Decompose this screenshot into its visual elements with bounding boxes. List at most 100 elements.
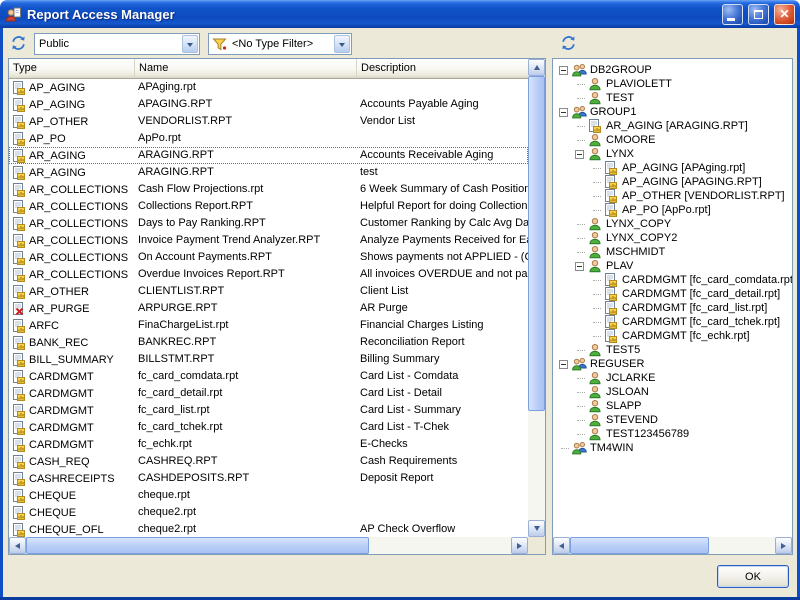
tree-collapse-minus-icon[interactable]	[559, 360, 568, 369]
table-row[interactable]: CARDMGMTfc_card_comdata.rptCard List - C…	[9, 368, 528, 385]
tree-item[interactable]: CARDMGMT [fc_card_list.rpt]	[553, 301, 792, 315]
tree-item[interactable]: JCLARKE	[553, 371, 792, 385]
tree-horizontal-scrollbar[interactable]	[553, 537, 792, 554]
table-row[interactable]: ARFCFinaChargeList.rptFinancial Charges …	[9, 317, 528, 334]
chevron-down-icon[interactable]	[334, 35, 350, 53]
tree-connector-line	[575, 84, 588, 85]
scroll-left-button[interactable]	[553, 537, 570, 554]
minimize-button[interactable]	[722, 4, 743, 25]
minimize-icon	[727, 18, 735, 21]
cell-description: All invoices OVERDUE and not paid	[357, 266, 528, 283]
tree-item[interactable]: TEST5	[553, 343, 792, 357]
scroll-right-button[interactable]	[511, 537, 528, 554]
close-button[interactable]: ✕	[774, 4, 795, 25]
tree-item[interactable]: CARDMGMT [fc_card_tchek.rpt]	[553, 315, 792, 329]
table-row[interactable]: AR_COLLECTIONSDays to Pay Ranking.RPTCus…	[9, 215, 528, 232]
tree-item[interactable]: CARDMGMT [fc_card_comdata.rpt]	[553, 273, 792, 287]
table-row[interactable]: CHEQUEcheque2.rpt	[9, 504, 528, 521]
refresh-reports-button[interactable]	[6, 32, 30, 56]
tree-item[interactable]: AR_AGING [ARAGING.RPT]	[553, 119, 792, 133]
tree-item[interactable]: PLAV	[553, 259, 792, 273]
table-row[interactable]: CARDMGMTfc_echk.rptE-Checks	[9, 436, 528, 453]
table-row[interactable]: AR_PURGEARPURGE.RPTAR Purge	[9, 300, 528, 317]
table-row[interactable]: CASHRECEIPTSCASHDEPOSITS.RPTDeposit Repo…	[9, 470, 528, 487]
horizontal-scrollbar-thumb[interactable]	[570, 537, 709, 554]
tree-item[interactable]: PLAVIOLETT	[553, 77, 792, 91]
cell-type: AR_COLLECTIONS	[9, 249, 135, 266]
tree-item[interactable]: STEVEND	[553, 413, 792, 427]
report-icon	[604, 175, 619, 189]
tree-item[interactable]: AP_AGING [APAGING.RPT]	[553, 175, 792, 189]
tree-collapse-minus-icon[interactable]	[559, 66, 568, 75]
horizontal-scrollbar-thumb[interactable]	[26, 537, 369, 554]
scroll-left-button[interactable]	[9, 537, 26, 554]
column-header-description[interactable]: Description	[357, 59, 528, 78]
group-select-combo[interactable]: Public	[34, 33, 200, 55]
tree-item[interactable]: TEST	[553, 91, 792, 105]
table-row[interactable]: AP_OTHERVENDORLIST.RPTVendor List	[9, 113, 528, 130]
table-row[interactable]: AR_COLLECTIONSCollections Report.RPTHelp…	[9, 198, 528, 215]
table-row[interactable]: AR_AGINGARAGING.RPTAccounts Receivable A…	[9, 147, 528, 164]
table-row[interactable]: CARDMGMTfc_card_tchek.rptCard List - T-C…	[9, 419, 528, 436]
cell-name: fc_card_comdata.rpt	[135, 368, 357, 385]
table-row[interactable]: CASH_REQCASHREQ.RPTCash Requirements	[9, 453, 528, 470]
tree-item[interactable]: AP_OTHER [VENDORLIST.RPT]	[553, 189, 792, 203]
table-row[interactable]: AP_AGINGAPAGING.RPTAccounts Payable Agin…	[9, 96, 528, 113]
table-vertical-scrollbar[interactable]	[528, 59, 545, 537]
tree-item[interactable]: CMOORE	[553, 133, 792, 147]
table-row[interactable]: BILL_SUMMARYBILLSTMT.RPTBilling Summary	[9, 351, 528, 368]
refresh-tree-button[interactable]	[556, 32, 580, 56]
tree-collapse-minus-icon[interactable]	[559, 108, 568, 117]
tree-connector-line	[575, 126, 588, 127]
table-row[interactable]: AR_COLLECTIONSCash Flow Projections.rpt6…	[9, 181, 528, 198]
tree-item[interactable]: LYNX	[553, 147, 792, 161]
tree-item[interactable]: JSLOAN	[553, 385, 792, 399]
cell-description: Analyze Payments Received for Ea	[357, 232, 528, 249]
maximize-button[interactable]	[748, 4, 769, 25]
column-header-type[interactable]: Type	[9, 59, 135, 78]
scroll-right-button[interactable]	[775, 537, 792, 554]
type-text: BILL_SUMMARY	[29, 352, 114, 368]
table-row[interactable]: AR_OTHERCLIENTLIST.RPTClient List	[9, 283, 528, 300]
tree-item[interactable]: LYNX_COPY	[553, 217, 792, 231]
table-row[interactable]: AR_AGINGARAGING.RPTtest	[9, 164, 528, 181]
tree-item[interactable]: AP_AGING [APAging.rpt]	[553, 161, 792, 175]
table-row[interactable]: CARDMGMTfc_card_list.rptCard List - Summ…	[9, 402, 528, 419]
tree-item[interactable]: DB2GROUP	[553, 63, 792, 77]
type-text: ARFC	[29, 318, 59, 334]
ok-button[interactable]: OK	[717, 565, 789, 588]
table-row[interactable]: CARDMGMTfc_card_detail.rptCard List - De…	[9, 385, 528, 402]
user-icon	[588, 245, 603, 259]
table-row[interactable]: AR_COLLECTIONSOn Account Payments.RPTSho…	[9, 249, 528, 266]
reports-table-panel: Type Name Description AP_AGINGAPAging.rp…	[8, 58, 546, 555]
tree-item[interactable]: TEST123456789	[553, 427, 792, 441]
tree-item[interactable]: SLAPP	[553, 399, 792, 413]
tree-item[interactable]: REGUSER	[553, 357, 792, 371]
vertical-scrollbar-thumb[interactable]	[528, 76, 545, 411]
table-row[interactable]: BANK_RECBANKREC.RPTReconciliation Report	[9, 334, 528, 351]
tree-item[interactable]: GROUP1	[553, 105, 792, 119]
type-text: CASH_REQ	[29, 454, 90, 470]
tree-collapse-minus-icon[interactable]	[575, 150, 584, 159]
tree-item[interactable]: LYNX_COPY2	[553, 231, 792, 245]
triangle-right-icon	[781, 543, 786, 549]
table-row[interactable]: AP_POApPo.rpt	[9, 130, 528, 147]
column-header-name[interactable]: Name	[135, 59, 357, 78]
tree-item[interactable]: CARDMGMT [fc_echk.rpt]	[553, 329, 792, 343]
table-row[interactable]: AR_COLLECTIONSOverdue Invoices Report.RP…	[9, 266, 528, 283]
tree-item[interactable]: TM4WIN	[553, 441, 792, 455]
scroll-down-button[interactable]	[528, 520, 545, 537]
cell-name: BILLSTMT.RPT	[135, 351, 357, 368]
scroll-up-button[interactable]	[528, 59, 545, 76]
table-row[interactable]: AP_AGINGAPAging.rpt	[9, 79, 528, 96]
type-filter-combo[interactable]: <No Type Filter>	[208, 33, 352, 55]
table-row[interactable]: AR_COLLECTIONSInvoice Payment Trend Anal…	[9, 232, 528, 249]
table-row[interactable]: CHEQUE_OFLcheque2.rptAP Check Overflow	[9, 521, 528, 537]
tree-item[interactable]: AP_PO [ApPo.rpt]	[553, 203, 792, 217]
tree-collapse-minus-icon[interactable]	[575, 262, 584, 271]
table-row[interactable]: CHEQUEcheque.rpt	[9, 487, 528, 504]
tree-item[interactable]: CARDMGMT [fc_card_detail.rpt]	[553, 287, 792, 301]
tree-item[interactable]: MSCHMIDT	[553, 245, 792, 259]
table-horizontal-scrollbar[interactable]	[9, 537, 528, 554]
chevron-down-icon[interactable]	[182, 35, 198, 53]
